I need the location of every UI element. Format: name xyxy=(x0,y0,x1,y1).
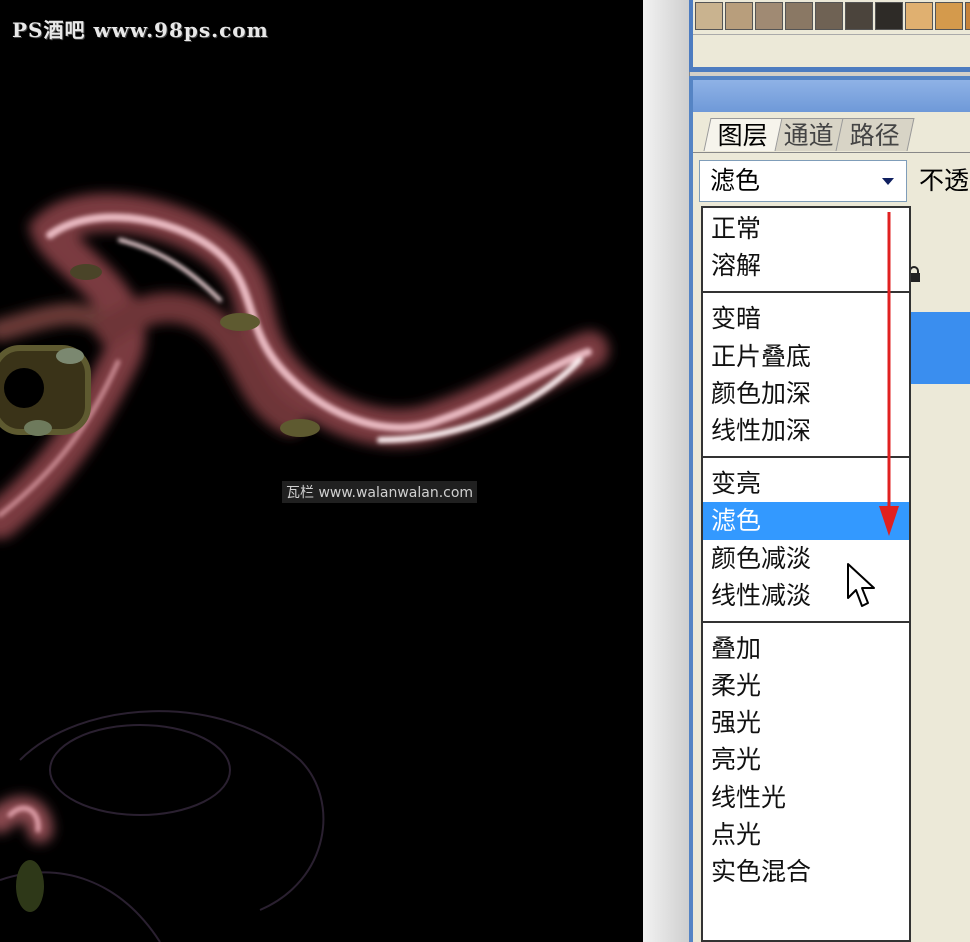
blend-mode-option[interactable]: 强光 xyxy=(703,704,909,741)
gold-ring-ornament xyxy=(0,345,91,436)
blend-mode-value: 滤色 xyxy=(710,166,761,195)
color-swatch[interactable] xyxy=(875,2,903,30)
watermark-top: PS酒吧 www.98ps.com xyxy=(12,18,269,42)
opacity-label: 不透 xyxy=(919,166,970,195)
tab-paths[interactable]: 路径 xyxy=(835,118,915,151)
blend-mode-option[interactable]: 点光 xyxy=(703,816,909,853)
arrow-down-annotation-icon xyxy=(879,212,899,536)
blend-mode-option[interactable]: 柔光 xyxy=(703,667,909,704)
color-swatch[interactable] xyxy=(755,2,783,30)
menu-separator xyxy=(703,614,909,630)
color-swatch[interactable] xyxy=(695,2,723,30)
dock-divider[interactable] xyxy=(643,0,690,942)
color-swatch[interactable] xyxy=(965,2,970,30)
blend-mode-option[interactable]: 叠加 xyxy=(703,630,909,667)
mouse-cursor-icon xyxy=(847,563,875,607)
swatches-panel xyxy=(689,0,970,72)
blend-mode-select[interactable]: 滤色 xyxy=(699,160,907,202)
watermark-middle: 瓦栏 www.walanwalan.com xyxy=(282,481,478,503)
color-swatch[interactable] xyxy=(725,2,753,30)
blend-mode-option[interactable]: 亮光 xyxy=(703,741,909,778)
blend-mode-option[interactable]: 实色混合 xyxy=(703,853,909,890)
color-swatch[interactable] xyxy=(785,2,813,30)
color-swatch[interactable] xyxy=(935,2,963,30)
layers-panel-titlebar[interactable] xyxy=(693,80,970,112)
color-swatch[interactable] xyxy=(815,2,843,30)
image-canvas[interactable]: PS酒吧 www.98ps.com 瓦栏 www.walanwalan.com xyxy=(0,0,643,942)
blend-mode-option[interactable]: 线性光 xyxy=(703,779,909,816)
light-streak-artwork xyxy=(0,193,609,942)
swatch-row xyxy=(695,2,970,30)
color-swatch[interactable] xyxy=(845,2,873,30)
selected-layer-row[interactable] xyxy=(907,312,970,384)
panel-tabs: 图层 通道 路径 xyxy=(703,118,915,152)
swatch-row-empty xyxy=(693,34,970,67)
tab-layers[interactable]: 图层 xyxy=(703,118,783,151)
color-swatch[interactable] xyxy=(905,2,933,30)
chevron-down-icon xyxy=(882,178,894,185)
